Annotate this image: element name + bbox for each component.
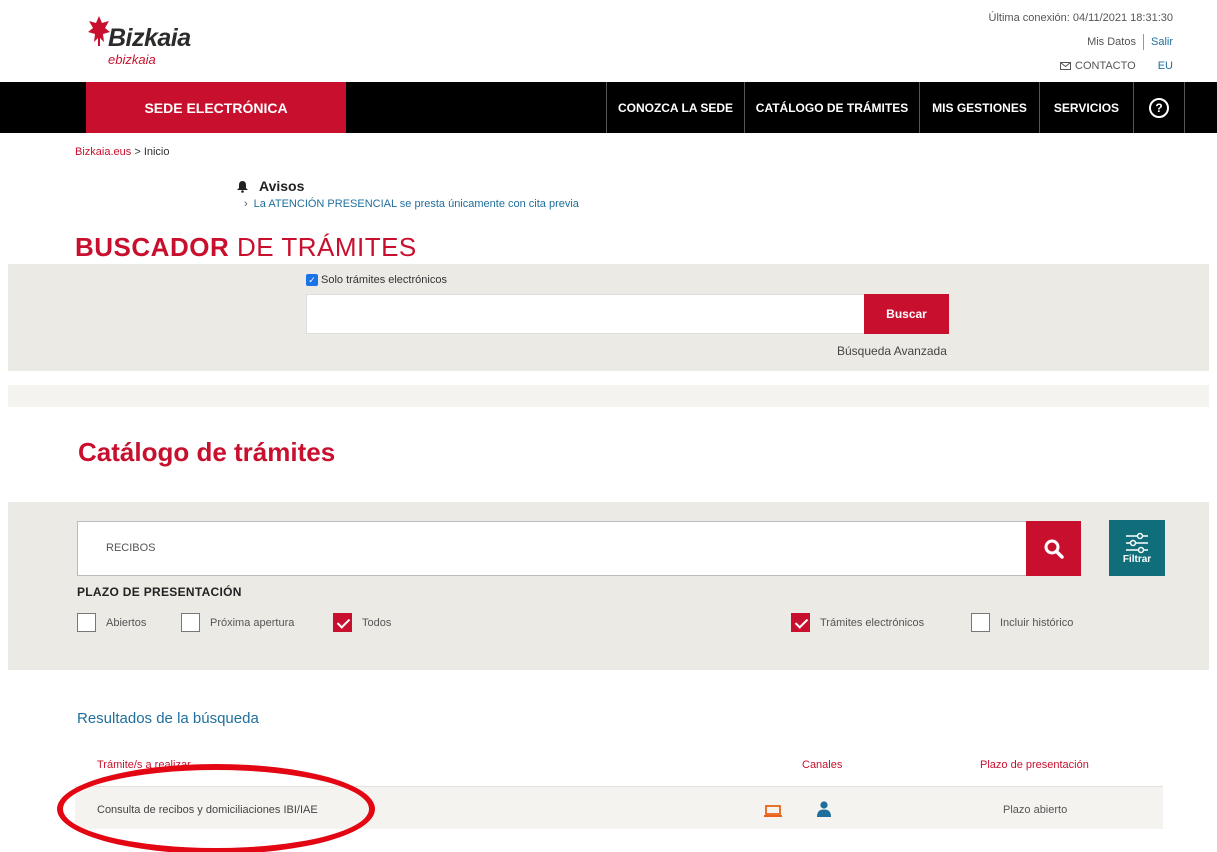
filter-incluir-historico-label: Incluir histórico <box>1000 616 1074 629</box>
filter-abiertos[interactable]: Abiertos <box>77 613 146 632</box>
filter-proxima-apertura-label: Próxima apertura <box>210 616 295 629</box>
breadcrumb-current: Inicio <box>143 146 170 158</box>
table-row[interactable]: Consulta de recibos y domiciliaciones IB… <box>75 786 1163 829</box>
sliders-icon <box>1126 532 1148 553</box>
buscar-button[interactable]: Buscar <box>864 294 949 334</box>
breadcrumb: Bizkaia.eus > Inicio <box>75 146 170 158</box>
plazo-presentacion-title: PLAZO DE PRESENTACIÓN <box>77 585 242 599</box>
envelope-icon <box>1060 62 1071 70</box>
filter-tramites-electronicos[interactable]: Trámites electrónicos <box>791 613 924 632</box>
catalogo-filter-panel: RECIBOS Filtrar PLAZO DE PRESENTACIÓN Ab… <box>8 502 1209 670</box>
filter-proxima-apertura[interactable]: Próxima apertura <box>181 613 294 632</box>
checkbox-checked <box>333 613 352 632</box>
checkmark-icon: ✓ <box>306 274 318 286</box>
column-header-canales: Canales <box>802 759 843 771</box>
breadcrumb-home-link[interactable]: Bizkaia.eus <box>75 146 131 158</box>
solo-electronicos-checkbox[interactable]: ✓ Solo trámites electrónicos <box>306 274 447 286</box>
divider <box>1142 34 1144 50</box>
buscador-title-bold: BUSCADOR <box>75 232 230 262</box>
busqueda-avanzada-link[interactable]: Búsqueda Avanzada <box>837 344 947 358</box>
checkbox-unchecked <box>77 613 96 632</box>
buscador-title: BUSCADOR DE TRÁMITES <box>75 232 417 263</box>
resultados-title: Resultados de la búsqueda <box>77 710 259 727</box>
logo-title: Bizkaia <box>108 24 191 52</box>
avisos-title: Avisos <box>259 178 305 194</box>
filtrar-label: Filtrar <box>1122 553 1152 565</box>
user-links: Mis Datos Salir <box>1087 34 1173 50</box>
aviso-text: La ATENCIÓN PRESENCIAL se presta únicame… <box>253 198 579 210</box>
checkbox-checked <box>791 613 810 632</box>
contacto-link[interactable]: CONTACTO <box>1075 60 1136 72</box>
nav-catalogo-tramites[interactable]: CATÁLOGO DE TRÁMITES <box>744 82 919 133</box>
checkbox-unchecked <box>971 613 990 632</box>
column-header-plazo: Plazo de presentación <box>980 759 1089 771</box>
leaf-logo-icon <box>88 16 110 46</box>
main-nav: SEDE ELECTRÓNICA CONOZCA LA SEDE CATÁLOG… <box>0 82 1217 133</box>
search-panel: ✓ Solo trámites electrónicos Buscar Búsq… <box>8 264 1209 371</box>
bizkaia-logo[interactable]: Bizkaia ebizkaia <box>78 10 238 70</box>
laptop-icon[interactable] <box>764 805 782 817</box>
plazo-status: Plazo abierto <box>1003 804 1068 816</box>
aviso-item[interactable]: › La ATENCIÓN PRESENCIAL se presta únicam… <box>244 198 579 210</box>
mis-datos-link[interactable]: Mis Datos <box>1087 36 1136 48</box>
nav-servicios[interactable]: SERVICIOS <box>1039 82 1133 133</box>
avisos-heading: Avisos <box>236 178 304 194</box>
buscador-title-rest: DE TRÁMITES <box>229 232 417 262</box>
last-connection: Última conexión: 04/11/2021 18:31:30 <box>988 12 1173 24</box>
nav-mis-gestiones[interactable]: MIS GESTIONES <box>919 82 1039 133</box>
catalogo-title: Catálogo de trámites <box>78 437 336 467</box>
tramite-name-link[interactable]: Consulta de recibos y domiciliaciones IB… <box>97 804 318 816</box>
logo-subtitle: ebizkaia <box>108 52 156 67</box>
breadcrumb-separator: > <box>131 146 144 158</box>
chevron-right-icon: › <box>244 198 248 210</box>
filter-abiertos-label: Abiertos <box>106 616 147 629</box>
language-eu-link[interactable]: EU <box>1158 60 1173 72</box>
bell-icon <box>237 180 248 193</box>
contact-row: CONTACTO EU <box>1060 60 1173 72</box>
filter-incluir-historico[interactable]: Incluir histórico <box>971 613 1073 632</box>
search-icon <box>1044 539 1064 559</box>
filter-todos-label: Todos <box>362 616 392 629</box>
filtrar-button[interactable]: Filtrar <box>1109 520 1165 576</box>
solo-electronicos-label: Solo trámites electrónicos <box>321 274 447 286</box>
help-button[interactable]: ? <box>1133 82 1185 133</box>
person-icon[interactable] <box>817 801 831 817</box>
catalogo-search-input[interactable]: RECIBOS <box>77 521 1027 576</box>
filter-todos[interactable]: Todos <box>333 613 391 632</box>
catalogo-search-value: RECIBOS <box>106 542 156 554</box>
nav-sede-electronica[interactable]: SEDE ELECTRÓNICA <box>86 82 346 133</box>
help-icon: ? <box>1149 97 1169 118</box>
tramites-search-input[interactable] <box>306 294 866 334</box>
column-header-tramite: Trámite/s a realizar <box>97 759 191 771</box>
salir-link[interactable]: Salir <box>1151 36 1173 48</box>
catalogo-search-button[interactable] <box>1026 521 1081 576</box>
nav-conozca-la-sede[interactable]: CONOZCA LA SEDE <box>606 82 744 133</box>
checkbox-unchecked <box>181 613 200 632</box>
filter-tramites-electronicos-label: Trámites electrónicos <box>820 616 925 629</box>
spacer-panel <box>8 385 1209 407</box>
